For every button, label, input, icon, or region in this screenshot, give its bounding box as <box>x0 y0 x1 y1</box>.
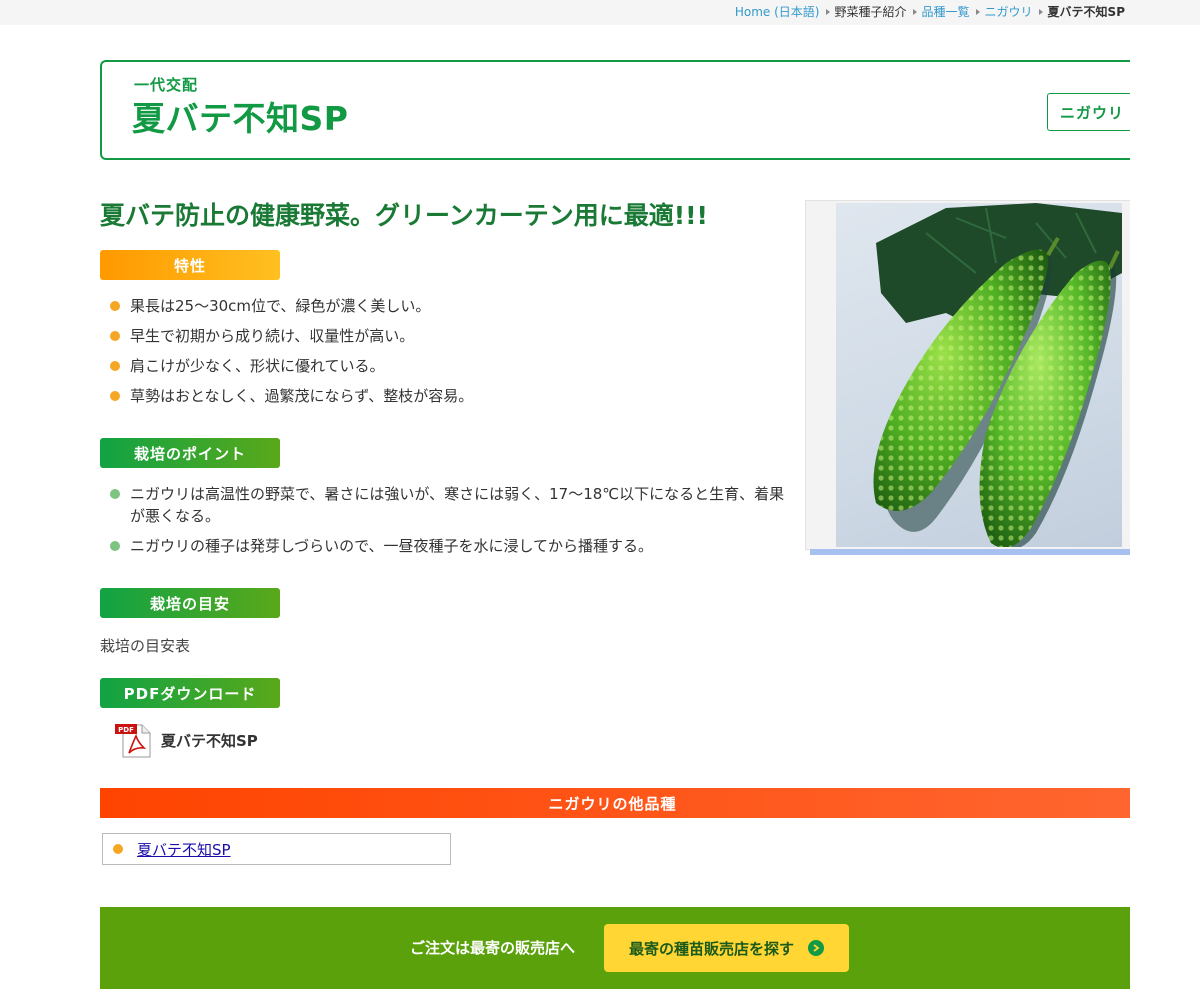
bullet-dot-icon <box>110 391 120 401</box>
other-varieties-heading: ニガウリの他品種 <box>100 788 1140 818</box>
category-tag-link[interactable]: ニガウリ <box>1047 93 1137 131</box>
bullet-dot-icon <box>113 844 123 854</box>
breadcrumb-bar: Home (日本語) 野菜種子紹介 品種一覧 ニガウリ 夏バテ不知SP <box>0 0 1200 25</box>
order-text: ご注文は最寄の販売店へ <box>410 939 576 957</box>
breadcrumb: Home (日本語) 野菜種子紹介 品種一覧 ニガウリ 夏バテ不知SP <box>735 5 1125 19</box>
bullet-dot-icon <box>110 489 120 499</box>
cultivation-points-list: ニガウリは高温性の野菜で、暑さには強いが、寒さには弱く、17〜18℃以下になると… <box>110 483 790 565</box>
find-store-button[interactable]: 最寄の種苗販売店を探す <box>604 924 849 972</box>
breadcrumb-current: 夏バテ不知SP <box>1047 5 1125 19</box>
pdf-file-label: 夏バテ不知SP <box>161 731 258 750</box>
breadcrumb-variety-list-link[interactable]: 品種一覧 <box>922 5 970 19</box>
pdf-download-link[interactable]: PDF 夏バテ不知SP <box>115 722 258 758</box>
order-footer: ご注文は最寄の販売店へ 最寄の種苗販売店を探す <box>100 907 1140 989</box>
bitter-melon-illustration <box>873 203 1122 547</box>
viewport-edge <box>1130 0 1200 25</box>
breadcrumb-separator-icon <box>975 9 980 15</box>
bullet-dot-icon <box>110 331 120 341</box>
chevron-right-icon <box>808 940 824 956</box>
features-heading: 特性 <box>100 250 280 280</box>
breadcrumb-home-link[interactable]: Home (日本語) <box>735 5 820 19</box>
cultivation-points-heading: 栽培のポイント <box>100 438 280 468</box>
list-item: 早生で初期から成り続け、収量性が高い。 <box>110 325 790 347</box>
cultivation-guide-table-image: 栽培の目安表 <box>100 637 191 655</box>
product-photo-bitter-melon <box>836 203 1122 547</box>
viewport-edge <box>1130 0 1200 1000</box>
pdf-download-heading: PDFダウンロード <box>100 678 280 708</box>
list-item: ニガウリは高温性の野菜で、暑さには強いが、寒さには弱く、17〜18℃以下になると… <box>110 483 790 527</box>
bullet-dot-icon <box>110 541 120 551</box>
photo-scrollbar[interactable] <box>810 549 1140 555</box>
product-tagline: 夏バテ防止の健康野菜。グリーンカーテン用に最適!!! <box>100 201 708 230</box>
breadcrumb-vegetable-seeds: 野菜種子紹介 <box>834 5 907 19</box>
page-title: 夏バテ不知SP <box>132 99 349 138</box>
variety-link[interactable]: 夏バテ不知SP <box>137 839 231 860</box>
cultivation-guide-heading: 栽培の目安 <box>100 588 280 618</box>
list-item: 果長は25〜30cm位で、緑色が濃く美しい。 <box>110 295 790 317</box>
list-item: 肩こけが少なく、形状に優れている。 <box>110 355 790 377</box>
list-item: 夏バテ不知SP <box>102 833 451 865</box>
svg-text:PDF: PDF <box>118 726 134 734</box>
features-list: 果長は25〜30cm位で、緑色が濃く美しい。 早生で初期から成り続け、収量性が高… <box>110 295 790 415</box>
list-item: ニガウリの種子は発芽しづらいので、一昼夜種子を水に浸してから播種する。 <box>110 535 790 557</box>
breadcrumb-separator-icon <box>912 9 917 15</box>
breadcrumb-bitter-melon-link[interactable]: ニガウリ <box>985 5 1033 19</box>
list-item: 草勢はおとなしく、過繁茂にならず、整枝が容易。 <box>110 385 790 407</box>
breadcrumb-separator-icon <box>1038 9 1043 15</box>
pdf-file-icon: PDF <box>115 724 151 758</box>
bullet-dot-icon <box>110 301 120 311</box>
product-header: 一代交配 夏バテ不知SP ニガウリ <box>100 60 1140 160</box>
bullet-dot-icon <box>110 361 120 371</box>
breadcrumb-separator-icon <box>825 9 830 15</box>
